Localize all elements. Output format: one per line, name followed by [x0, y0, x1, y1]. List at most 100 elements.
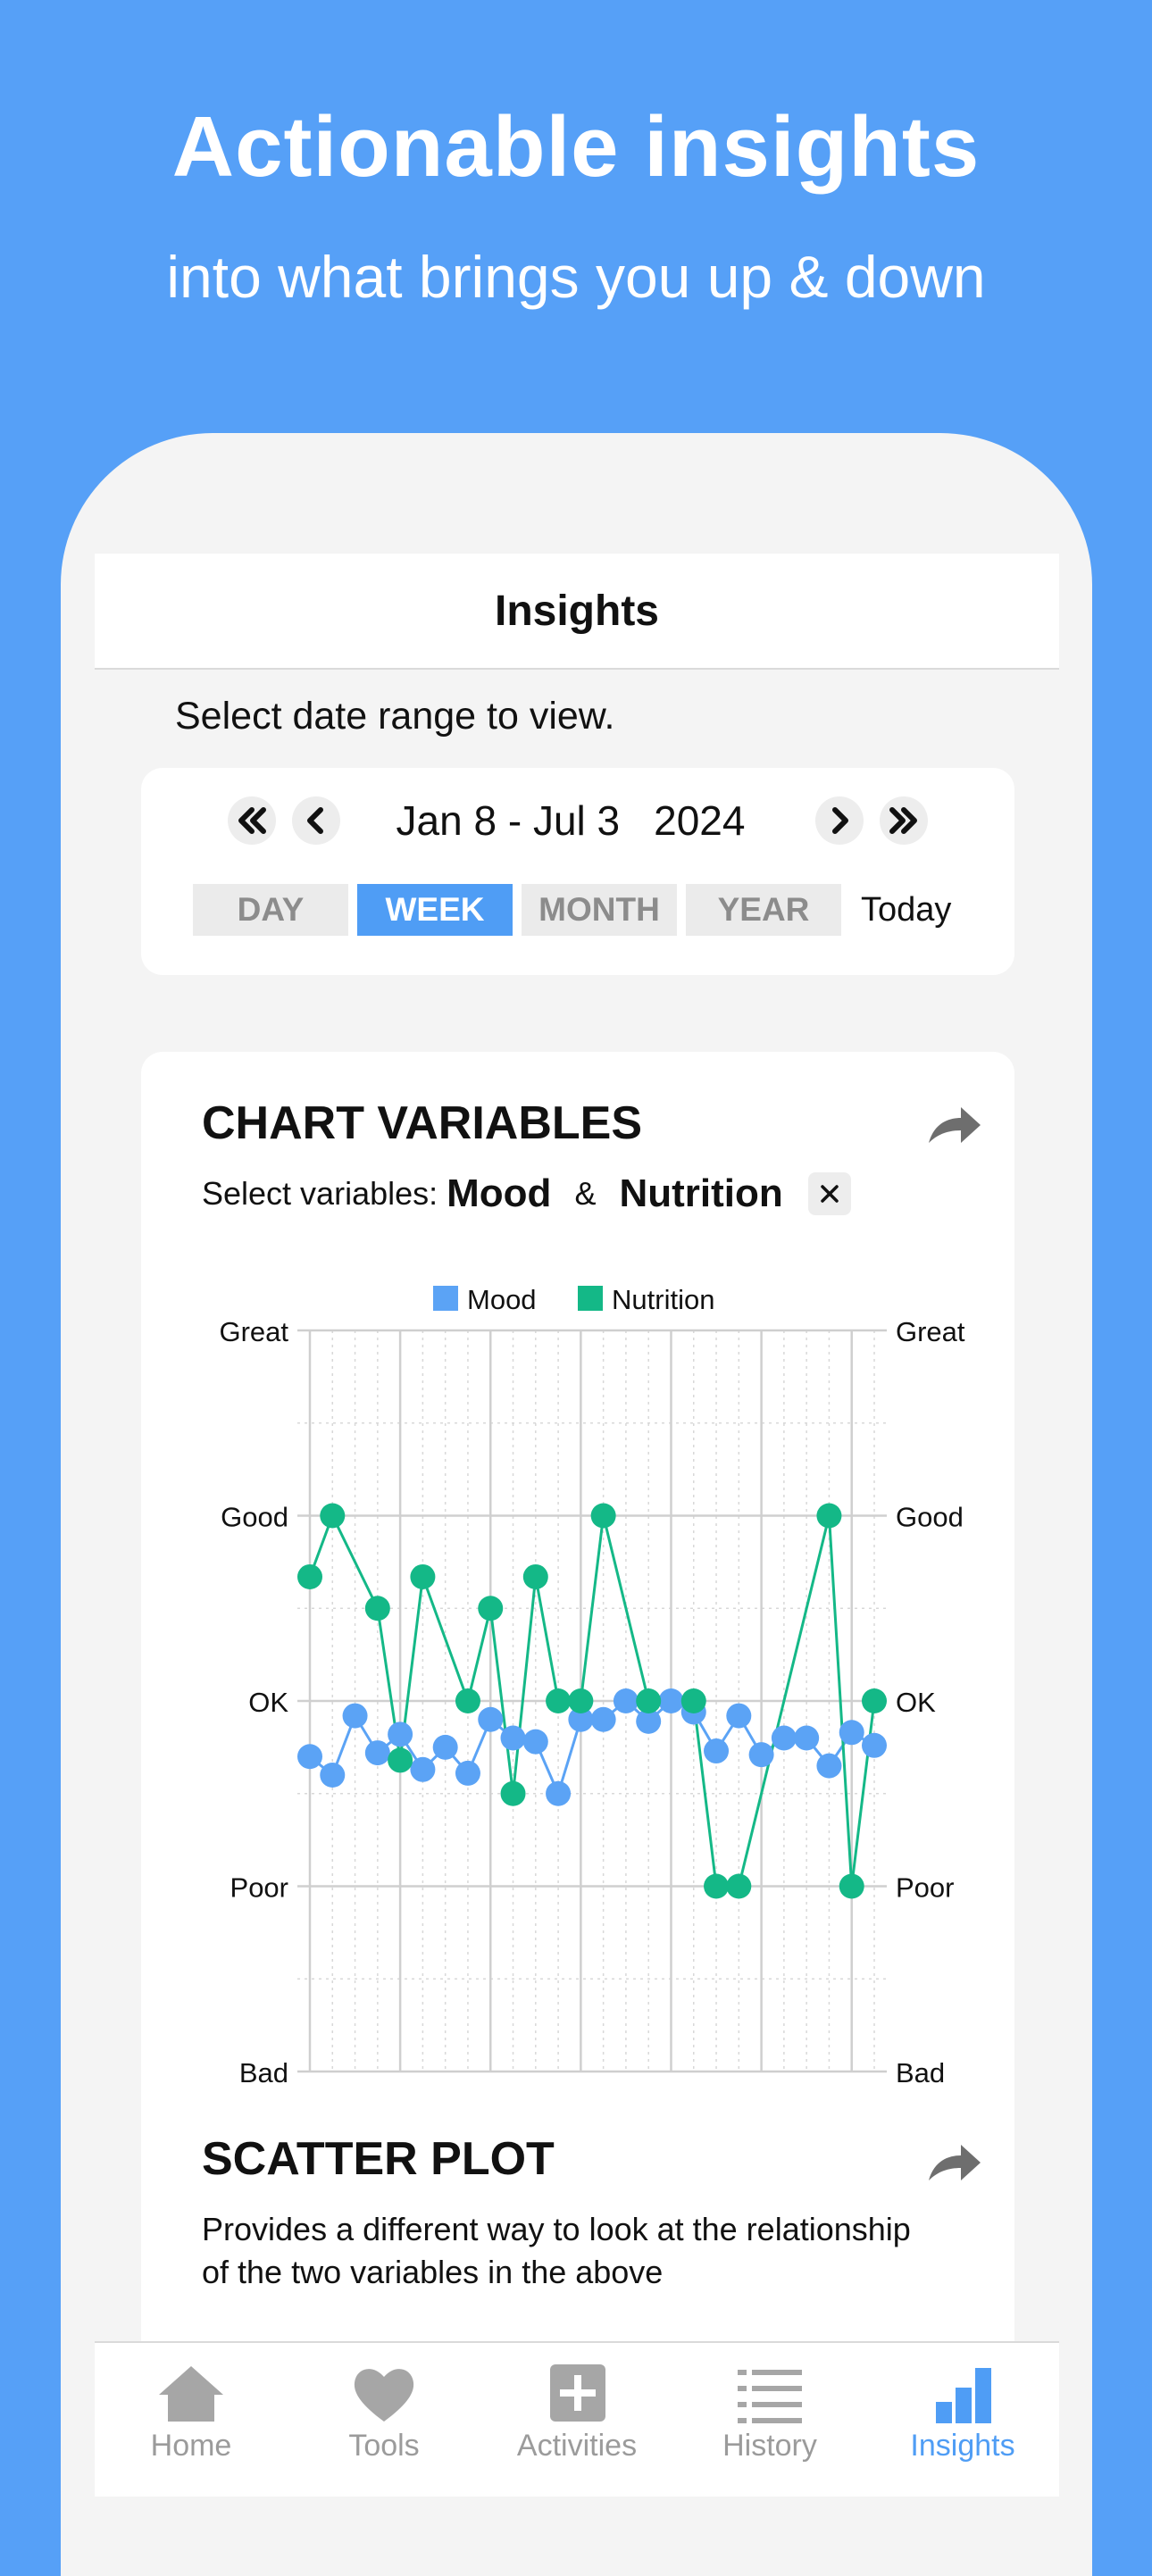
- tabbar-item-insights[interactable]: Insights: [866, 2343, 1059, 2497]
- previous-button[interactable]: [291, 796, 340, 845]
- data-point: [320, 1763, 346, 1788]
- scatter-plot-description: Provides a different way to look at the …: [202, 2211, 911, 2290]
- data-point: [658, 1688, 684, 1713]
- period-tabs: DAY WEEK MONTH YEAR Today: [193, 884, 951, 936]
- legend-swatch: [578, 1286, 603, 1311]
- tabbar-label-history: History: [722, 2429, 817, 2463]
- data-point: [297, 1563, 322, 1589]
- y-tick-label-left: Great: [219, 1316, 288, 1347]
- plus-square-icon: [550, 2364, 605, 2422]
- list-icon: [738, 2370, 802, 2423]
- x-tick-label: 6/24: [829, 2086, 874, 2088]
- y-tick-label-left: Good: [221, 1502, 288, 1533]
- date-range-label: Jan 8 - Jul 3: [396, 797, 621, 844]
- data-point: [546, 1688, 572, 1713]
- y-tick-label-left: Bad: [239, 2057, 288, 2088]
- tabbar-item-history[interactable]: History: [673, 2343, 866, 2497]
- promo-headline: Actionable insights: [171, 99, 981, 195]
- x-tick-label: 4/1: [564, 2086, 597, 2088]
- legend-label: Mood: [467, 1284, 537, 1315]
- tab-month[interactable]: MONTH: [522, 884, 677, 936]
- data-point: [410, 1563, 436, 1589]
- tabbar-label-tools: Tools: [348, 2429, 420, 2463]
- data-point: [568, 1688, 594, 1713]
- data-point: [704, 1873, 730, 1899]
- tabbar-label-insights: Insights: [910, 2429, 1015, 2463]
- tabbar-item-tools[interactable]: Tools: [288, 2343, 480, 2497]
- data-point: [636, 1688, 662, 1713]
- data-point: [794, 1725, 820, 1751]
- data-point: [862, 1688, 887, 1713]
- data-point: [388, 1747, 413, 1773]
- data-point: [590, 1706, 616, 1732]
- tab-bar: Home Tools Activities History Insights: [95, 2341, 1059, 2497]
- legend-label: Nutrition: [612, 1284, 714, 1315]
- data-point: [816, 1503, 842, 1529]
- data-point: [410, 1756, 436, 1782]
- page-title: Insights: [494, 587, 659, 635]
- first-page-button[interactable]: [227, 796, 276, 845]
- heart-icon: [354, 2369, 414, 2422]
- date-picker-card: Jan 8 - Jul 3 2024 DAY WEEK MONTH YEAR T…: [141, 768, 1014, 975]
- tabbar-label-activities: Activities: [516, 2429, 638, 2463]
- line-chart: Bad Bad Poor Poor OK OK Good Good Great Great 1/8 2…: [219, 1284, 964, 2088]
- legend-swatch: [433, 1286, 458, 1311]
- data-point: [816, 1753, 842, 1779]
- data-point: [500, 1780, 526, 1806]
- navigation-bar: Insights: [95, 554, 1059, 670]
- double-chevron-left-icon: [238, 807, 266, 834]
- y-tick-label-right: Poor: [896, 1872, 954, 1904]
- chevron-left-icon: [306, 807, 323, 834]
- tab-day[interactable]: DAY: [193, 884, 348, 936]
- tab-week[interactable]: WEEK: [357, 884, 513, 936]
- y-tick-label-left: OK: [248, 1687, 288, 1718]
- data-point: [590, 1503, 616, 1529]
- data-point: [839, 1873, 864, 1899]
- data-point: [388, 1722, 413, 1747]
- x-tick-label: 2/5: [384, 2086, 416, 2088]
- tabbar-label-home: Home: [150, 2429, 232, 2463]
- data-point: [297, 1744, 322, 1770]
- data-point: [364, 1596, 390, 1621]
- bar-chart-icon: [936, 2368, 991, 2423]
- share-icon[interactable]: [925, 2139, 982, 2186]
- data-point: [726, 1703, 752, 1729]
- data-point: [748, 1742, 774, 1768]
- y-tick-label-right: Good: [896, 1502, 964, 1533]
- data-point: [478, 1596, 504, 1621]
- data-point: [771, 1725, 797, 1751]
- today-button[interactable]: Today: [861, 891, 951, 930]
- tab-year[interactable]: YEAR: [686, 884, 841, 936]
- app-screen: Insights Select date range to view. Jan …: [95, 554, 1059, 2497]
- data-point: [726, 1873, 752, 1899]
- data-point: [522, 1729, 548, 1755]
- last-page-button[interactable]: [880, 796, 929, 845]
- data-point: [613, 1688, 639, 1713]
- chart-card: CHART VARIABLES Select variables: Mood &…: [141, 1052, 1014, 2497]
- data-point: [364, 1740, 390, 1766]
- next-button[interactable]: [815, 796, 864, 845]
- data-point: [704, 1738, 730, 1764]
- tabbar-item-activities[interactable]: Activities: [480, 2343, 673, 2497]
- date-navigation-row: Jan 8 - Jul 3 2024: [141, 788, 1014, 854]
- x-tick-label: 5/27: [739, 2086, 784, 2088]
- y-tick-label-right: Bad: [896, 2057, 945, 2088]
- year-label: 2024: [654, 797, 746, 844]
- promo-subhead: into what brings you up & down: [166, 244, 986, 310]
- data-point: [500, 1725, 526, 1751]
- y-tick-label-right: OK: [896, 1687, 936, 1718]
- data-point: [862, 1732, 887, 1758]
- data-point: [839, 1720, 864, 1746]
- tabbar-item-home[interactable]: Home: [95, 2343, 288, 2497]
- data-point: [320, 1503, 346, 1529]
- y-tick-label-left: Poor: [230, 1872, 288, 1904]
- x-tick-label: 3/4: [474, 2086, 506, 2088]
- home-icon: [159, 2366, 223, 2422]
- data-point: [478, 1706, 504, 1732]
- x-tick-label: 4/29: [648, 2086, 694, 2088]
- data-point: [546, 1780, 572, 1806]
- data-point: [680, 1688, 706, 1713]
- data-point: [432, 1734, 458, 1760]
- data-point: [522, 1563, 548, 1589]
- scatter-plot-title: SCATTER PLOT: [202, 2133, 555, 2185]
